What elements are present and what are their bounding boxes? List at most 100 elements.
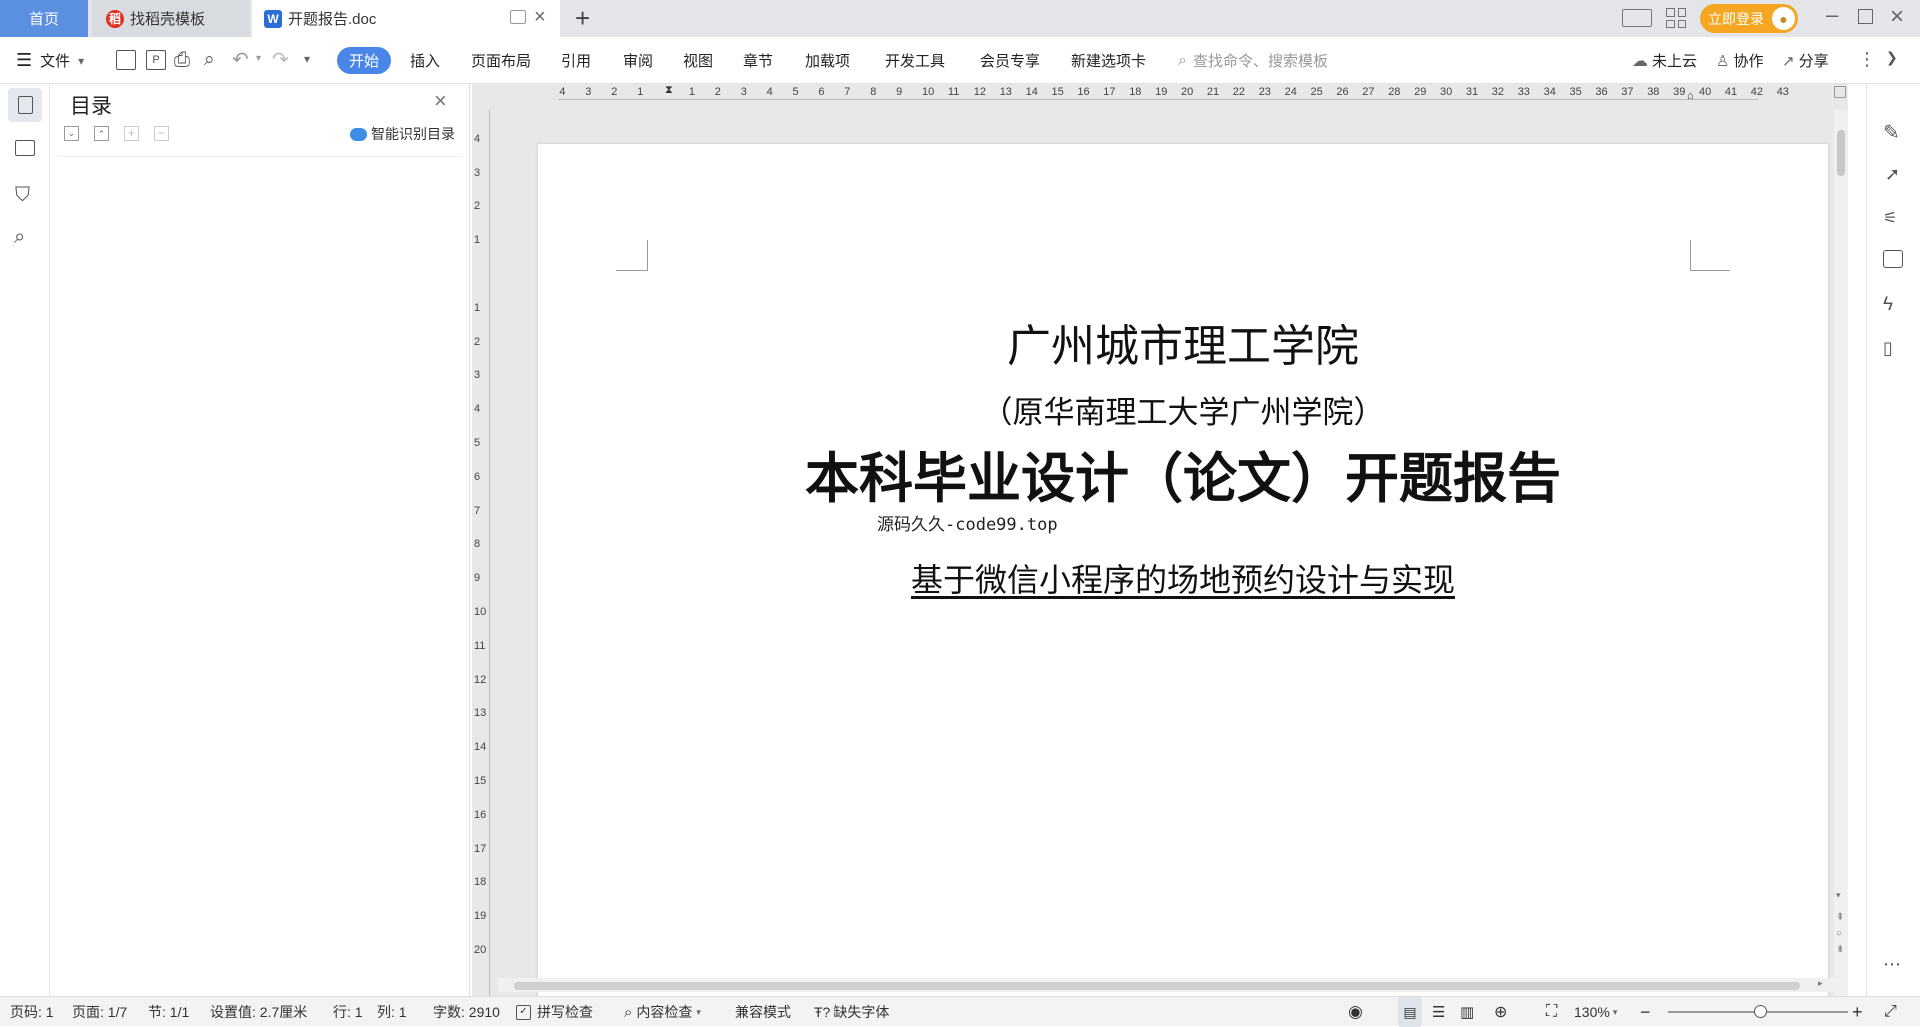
page-view-icon[interactable]: ▤ [1398,997,1422,1027]
menu-tab-insert[interactable]: 插入 [410,37,440,84]
menu-tab-new-tab[interactable]: 新建选项卡 [1071,37,1146,84]
prev-page-icon[interactable]: ⇞ [1836,912,1844,923]
menu-tab-home[interactable]: 开始 [337,47,391,74]
vertical-scrollbar[interactable]: ▾ ⇞ ○ ⇟ [1834,110,1848,996]
tab-templates[interactable]: 稻 找稻壳模板 [92,0,250,37]
undo-dropdown-icon[interactable]: ▾ [256,53,261,64]
zoom-in-icon[interactable]: + [1852,997,1863,1027]
eye-protection-icon[interactable]: ◉ [1348,997,1363,1027]
login-button[interactable]: 立即登录 ● [1700,4,1798,33]
minimize-icon[interactable]: – [1826,2,1838,28]
menu-tab-addins[interactable]: 加载项 [805,37,850,84]
reading-view-icon[interactable]: ▥ [1460,997,1474,1027]
collapse-ribbon-icon[interactable]: ❯ [1886,49,1898,66]
command-search[interactable]: ⌕ 查找命令、搜索模板 [1178,37,1328,84]
web-view-icon[interactable]: ⊕ [1494,997,1507,1027]
status-pages[interactable]: 页面: 1/7 [72,997,127,1027]
remove-level-icon[interactable]: − [154,126,169,141]
tab-home[interactable]: 首页 [0,0,88,37]
status-col[interactable]: 列: 1 [377,997,407,1027]
more-tools-icon[interactable]: ⋯ [1883,954,1901,975]
outline-view-icon[interactable]: ☰ [1432,997,1445,1027]
menu-tab-member[interactable]: 会员专享 [980,37,1040,84]
image-tool-icon[interactable] [1883,250,1903,268]
menu-tab-view[interactable]: 视图 [683,37,713,84]
compat-mode[interactable]: 兼容模式 [735,997,791,1027]
collapse-all-icon[interactable]: ⌃ [94,126,109,141]
select-cursor-icon[interactable]: ➚ [1885,164,1900,185]
login-label: 立即登录 [1708,10,1764,27]
print-icon[interactable]: ⎙ [174,49,190,72]
restore-icon[interactable] [1858,9,1873,24]
tab-document[interactable]: W 开题报告.doc × [252,0,560,37]
horizontal-scrollbar[interactable]: ▸ [498,978,1834,992]
smart-toc-button[interactable]: 智能识别目录 [350,124,455,144]
undo-icon[interactable]: ↶ [232,47,249,72]
close-tab-icon[interactable]: × [534,6,546,29]
float-window-icon[interactable] [510,10,526,24]
margin-corner-top-left [616,240,648,271]
ruler-toggle-icon[interactable] [1834,86,1846,98]
ruler-tick-label: 1 [688,86,696,98]
vertical-ruler[interactable]: 4 3 2 1 1 2 3 4 5 6 7 8 9 10 11 12 13 14 15 16 17 18 19 20 [472,110,498,996]
spell-check-button[interactable]: ✓ 拼写检查 [516,997,593,1027]
fit-page-icon[interactable]: ⛶ [1546,997,1557,1027]
lightning-icon[interactable]: ϟ [1883,294,1893,316]
redo-icon[interactable]: ↷ [272,47,289,72]
more-options-icon[interactable]: ⋮ [1858,49,1876,70]
export-pdf-icon[interactable]: P [146,50,166,70]
share-button[interactable]: ↗ 分享 [1782,37,1829,84]
indent-marker-icon[interactable]: ⧗ [665,84,673,97]
collab-button[interactable]: ♙ 协作 [1716,37,1763,84]
menu-tab-developer[interactable]: 开发工具 [885,37,945,84]
save-icon[interactable] [116,50,136,70]
bookmark-icon[interactable]: ⛉ [15,184,30,207]
status-row[interactable]: 行: 1 [333,997,363,1027]
scroll-right-icon[interactable]: ▸ [1818,978,1823,989]
fullscreen-icon[interactable]: ⤢ [1884,997,1897,1027]
select-browse-icon[interactable]: ○ [1836,928,1842,939]
status-setting[interactable]: 设置值: 2.7厘米 [210,997,307,1027]
document-page[interactable]: 广州城市理工学院 （原华南理工大学广州学院） 本科毕业设计（论文）开题报告 源码… [538,144,1828,996]
cloud-status-label: 未上云 [1652,53,1698,70]
close-panel-icon[interactable]: × [434,88,447,114]
zoom-slider-handle[interactable] [1754,1005,1767,1018]
zoom-out-icon[interactable]: − [1640,997,1651,1027]
toc-panel-button[interactable] [8,88,42,122]
file-menu[interactable]: ☰ 文件 ▾ [16,37,84,84]
apps-grid-icon[interactable] [1666,8,1686,28]
book-search-icon[interactable]: ▯ [1883,338,1893,359]
quick-access-more-icon[interactable]: ▾ [304,52,310,66]
scroll-down-icon[interactable]: ▾ [1836,890,1841,901]
new-tab-icon[interactable]: + [575,3,590,34]
content-check-button[interactable]: ⌕ 内容检查 ▾ [624,997,701,1027]
hscroll-thumb[interactable] [514,982,1800,990]
window-close-icon[interactable]: × [1890,3,1904,31]
menu-tab-review[interactable]: 审阅 [623,37,653,84]
ruler-tick-label: 12 [474,673,487,686]
find-icon[interactable]: ⌕ [14,226,25,249]
next-page-icon[interactable]: ⇟ [1836,944,1844,955]
menu-tab-references[interactable]: 引用 [561,37,591,84]
scrollbar-thumb[interactable] [1837,130,1845,176]
right-indent-marker-icon[interactable]: ⌂ [1687,90,1694,102]
add-level-icon[interactable]: + [124,126,139,141]
cloud-status-button[interactable]: ☁ 未上云 [1632,37,1697,84]
menu-tab-label: 审阅 [623,53,654,70]
pen-edit-icon[interactable]: ✎ [1883,120,1900,145]
menu-tab-page-layout[interactable]: 页面布局 [471,37,531,84]
horizontal-ruler[interactable]: 4 3 2 1 1 2 3 4 5 6 7 8 9 10 11 12 13 14 15 16 17 18 19 20 21 22 2… [472,84,1848,110]
print-preview-icon[interactable]: ⌕ [204,49,215,71]
chapter-nav-icon[interactable] [15,140,35,156]
menu-tab-chapter[interactable]: 章节 [743,37,773,84]
status-page-code[interactable]: 页码: 1 [10,997,54,1027]
expand-all-icon[interactable]: ⌄ [64,126,79,141]
document-canvas[interactable]: 4 3 2 1 1 2 3 4 5 6 7 8 9 10 11 12 13 14 15 16 17 18 19 20 21 22 2… [472,84,1848,996]
adjust-sliders-icon[interactable]: ⚟ [1883,208,1897,228]
status-word-count[interactable]: 字数: 2910 [433,997,500,1027]
missing-font-button[interactable]: Ŧ? 缺失字体 [814,997,889,1027]
zoom-slider[interactable] [1668,1005,1848,1018]
zoom-level-dropdown[interactable]: 130% ▾ [1574,997,1617,1027]
status-section[interactable]: 节: 1/1 [148,997,189,1027]
layout-switch-icon[interactable] [1622,9,1652,27]
